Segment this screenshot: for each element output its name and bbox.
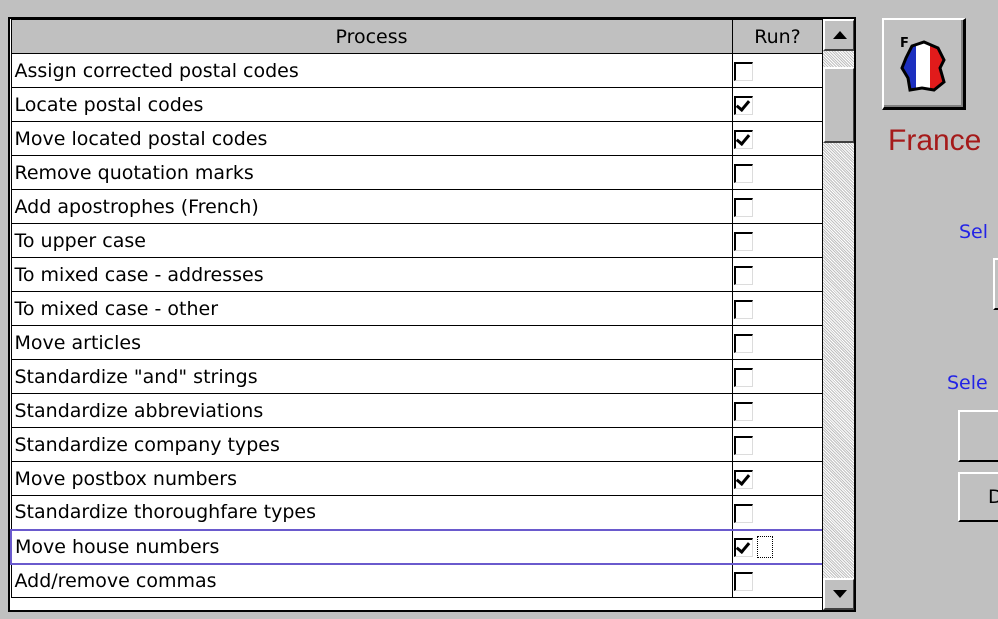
process-label: To upper case (10, 223, 733, 258)
run-cell (731, 393, 824, 428)
run-checkbox[interactable] (733, 62, 753, 81)
run-cell (731, 155, 824, 190)
run-cell (731, 257, 824, 292)
scroll-thumb[interactable] (823, 67, 854, 143)
run-checkbox[interactable] (733, 572, 753, 592)
grid-body: Assign corrected postal codes Locate post… (10, 53, 824, 598)
process-label: Locate postal codes (10, 87, 733, 122)
table-row[interactable]: Add apostrophes (French) (10, 189, 824, 224)
process-label: Remove quotation marks (10, 155, 733, 190)
table-row[interactable]: Locate postal codes (10, 87, 824, 122)
run-cell (731, 528, 824, 565)
run-cell (731, 87, 824, 122)
scroll-down-button[interactable] (823, 578, 854, 610)
grid-header-row: Process Run? (10, 19, 824, 54)
country-flag-button[interactable]: F (882, 18, 966, 110)
run-checkbox[interactable] (733, 198, 753, 217)
run-checkbox[interactable] (733, 232, 753, 251)
scroll-up-button[interactable] (823, 19, 854, 51)
select-button-2[interactable] (958, 410, 998, 462)
table-row[interactable]: Add/remove commas (10, 563, 824, 598)
process-label: Add apostrophes (French) (10, 189, 733, 224)
run-cell (731, 189, 824, 224)
vertical-scrollbar[interactable] (822, 19, 854, 610)
france-map-icon (900, 40, 946, 92)
table-row[interactable]: To mixed case - other (10, 291, 824, 326)
table-row[interactable]: Remove quotation marks (10, 155, 824, 190)
process-label: Standardize company types (10, 427, 733, 462)
process-grid: Process Run? Assign corrected postal cod… (8, 17, 856, 612)
country-name: France (888, 124, 982, 157)
process-label: Add/remove commas (10, 563, 733, 598)
select-button-3-label: D (988, 486, 998, 508)
run-checkbox[interactable] (733, 402, 753, 421)
table-row[interactable]: Move located postal codes (10, 121, 824, 156)
run-checkbox[interactable] (733, 470, 753, 489)
run-checkbox[interactable] (733, 538, 753, 557)
process-label: Standardize thoroughfare types (10, 495, 733, 530)
run-cell (731, 121, 824, 156)
run-checkbox[interactable] (733, 503, 753, 523)
table-row[interactable]: Standardize abbreviations (10, 393, 824, 428)
select-button-1[interactable] (993, 258, 998, 310)
run-checkbox[interactable] (733, 96, 753, 115)
table-row[interactable]: To mixed case - addresses (10, 257, 824, 292)
table-row[interactable]: Move house numbers (10, 528, 824, 565)
select-label-2: Sele (947, 372, 988, 394)
table-row[interactable]: Move postbox numbers (10, 461, 824, 496)
table-row[interactable]: Standardize "and" strings (10, 359, 824, 394)
arrow-down-icon (833, 590, 847, 598)
table-row[interactable]: To upper case (10, 223, 824, 258)
run-cell (731, 427, 824, 462)
run-cell (731, 223, 824, 258)
process-label: Standardize abbreviations (10, 393, 733, 428)
run-checkbox[interactable] (733, 164, 753, 183)
run-column-header[interactable]: Run? (731, 19, 824, 54)
focus-indicator (756, 535, 773, 558)
run-checkbox[interactable] (733, 130, 753, 149)
select-label-1: Sel (959, 221, 989, 243)
process-label: Assign corrected postal codes (10, 53, 733, 88)
process-label: To mixed case - addresses (10, 257, 733, 292)
run-cell (731, 461, 824, 496)
run-cell (731, 563, 824, 598)
table-row[interactable]: Standardize company types (10, 427, 824, 462)
process-label: Move located postal codes (10, 121, 733, 156)
run-checkbox[interactable] (733, 436, 753, 455)
run-cell (731, 495, 824, 530)
table-row[interactable]: Move articles (10, 325, 824, 360)
table-row[interactable]: Assign corrected postal codes (10, 53, 824, 88)
run-checkbox[interactable] (733, 266, 753, 285)
run-checkbox[interactable] (733, 300, 753, 319)
process-label: Standardize "and" strings (10, 359, 733, 394)
process-label: Move articles (10, 325, 733, 360)
select-button-3[interactable]: D (958, 472, 998, 522)
process-label: To mixed case - other (10, 291, 733, 326)
process-label: Move postbox numbers (10, 461, 733, 496)
arrow-up-icon (833, 31, 847, 39)
run-cell (731, 53, 824, 88)
run-cell (731, 325, 824, 360)
run-checkbox[interactable] (733, 334, 753, 353)
table-row[interactable]: Standardize thoroughfare types (10, 495, 824, 530)
process-column-header[interactable]: Process (10, 19, 733, 54)
run-checkbox[interactable] (733, 368, 753, 387)
run-cell (731, 359, 824, 394)
process-label: Move house numbers (10, 528, 733, 565)
run-cell (731, 291, 824, 326)
process-table: Process Run? Assign corrected postal cod… (10, 19, 824, 598)
